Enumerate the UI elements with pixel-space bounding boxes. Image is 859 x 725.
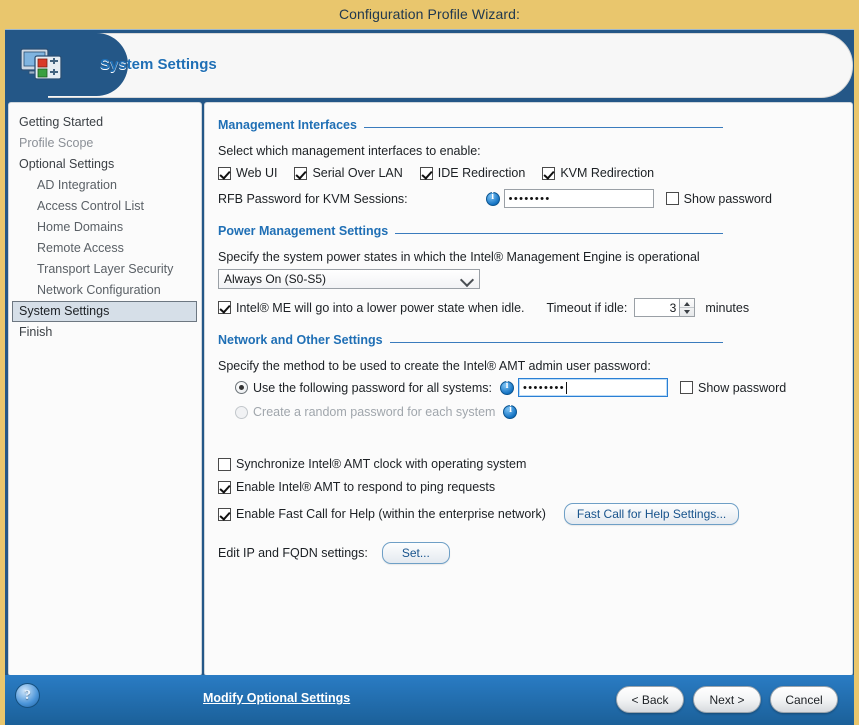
section-management-interfaces-legend: Management Interfaces xyxy=(218,118,723,136)
header-strip: System Settings xyxy=(5,30,854,99)
checkbox-admin-show-password[interactable] xyxy=(679,381,693,394)
random-password-info-icon[interactable] xyxy=(503,404,518,419)
checkbox-serial-over-lan-label: Serial Over LAN xyxy=(312,166,403,180)
radio-random-password-row: Create a random password for each system xyxy=(235,404,852,419)
window-title: Configuration Profile Wizard: xyxy=(338,6,521,22)
section-power-management-legend: Power Management Settings xyxy=(218,224,723,242)
checkbox-web-ui-label: Web UI xyxy=(236,166,278,180)
configuration-profile-wizard-window: Configuration Profile Wizard: System Set… xyxy=(0,0,859,725)
power-management-description: Specify the system power states in which… xyxy=(218,250,700,264)
sidebar-item-ad-integration[interactable]: AD Integration xyxy=(9,175,201,196)
rfb-password-input[interactable]: •••••••• xyxy=(503,189,654,208)
back-button[interactable]: < Back xyxy=(616,686,684,713)
idle-power-row: Intel® ME will go into a lower power sta… xyxy=(218,298,852,317)
timeout-if-idle-input[interactable]: 3 xyxy=(634,298,681,317)
sidebar-item-transport-layer-security[interactable]: Transport Layer Security xyxy=(9,259,201,280)
next-button[interactable]: Next > xyxy=(693,686,761,713)
rfb-password-row: RFB Password for KVM Sessions: •••••••• … xyxy=(218,189,852,208)
management-interfaces-checkbox-row: Web UI Serial Over LAN IDE Redirection K… xyxy=(218,166,852,180)
radio-random-password[interactable] xyxy=(235,405,248,419)
sidebar-item-remote-access[interactable]: Remote Access xyxy=(9,238,201,259)
checkbox-rfb-show-password-label: Show password xyxy=(683,191,772,206)
edit-ip-fqdn-label: Edit IP and FQDN settings: xyxy=(218,546,368,560)
checkbox-respond-to-ping-label: Enable Intel® AMT to respond to ping req… xyxy=(236,480,496,494)
checkbox-rfb-show-password[interactable] xyxy=(665,192,679,205)
sidebar-item-finish[interactable]: Finish xyxy=(9,322,201,343)
sync-clock-row: Synchronize Intel® AMT clock with operat… xyxy=(218,457,852,471)
rfb-password-info-icon[interactable] xyxy=(485,191,500,206)
system-settings-monitor-icon xyxy=(20,47,66,83)
admin-password-info-icon[interactable] xyxy=(499,380,514,395)
modify-optional-settings-link[interactable]: Modify Optional Settings xyxy=(203,691,350,705)
help-question-icon[interactable]: ? xyxy=(15,683,40,708)
sidebar-nav-list: Getting Started Profile Scope Optional S… xyxy=(9,103,201,343)
text-caret xyxy=(566,381,567,394)
legend-label: Power Management Settings xyxy=(218,224,396,238)
radio-random-password-label: Create a random password for each system xyxy=(253,405,496,419)
section-network-other-legend: Network and Other Settings xyxy=(218,333,723,351)
timeout-if-idle-label: Timeout if idle: xyxy=(546,300,628,315)
checkbox-web-ui[interactable] xyxy=(218,166,231,180)
set-button[interactable]: Set... xyxy=(381,542,450,564)
sidebar-item-access-control-list[interactable]: Access Control List xyxy=(9,196,201,217)
management-interfaces-description: Select which management interfaces to en… xyxy=(218,144,481,158)
power-state-select-row: Always On (S0-S5) xyxy=(218,269,852,289)
sidebar-item-network-configuration[interactable]: Network Configuration xyxy=(9,280,201,301)
settings-content-panel: Management Interfaces Select which manag… xyxy=(204,102,853,676)
wizard-sidebar: Getting Started Profile Scope Optional S… xyxy=(8,102,202,676)
fast-call-for-help-settings-button[interactable]: Fast Call for Help Settings... xyxy=(563,503,740,525)
checkbox-enable-fast-call-for-help-label: Enable Fast Call for Help (within the en… xyxy=(236,507,546,521)
network-other-description: Specify the method to be used to create … xyxy=(218,359,651,373)
checkbox-ide-redirection-label: IDE Redirection xyxy=(437,166,526,180)
sidebar-item-system-settings[interactable]: System Settings xyxy=(12,301,197,322)
checkbox-lower-power-when-idle-label: Intel® ME will go into a lower power sta… xyxy=(236,300,525,315)
checkbox-lower-power-when-idle[interactable] xyxy=(218,301,231,314)
wizard-footer: ? Modify Optional Settings < Back Next >… xyxy=(5,675,854,725)
radio-use-following-password-row: Use the following password for all syste… xyxy=(235,378,852,397)
checkbox-admin-show-password-label: Show password xyxy=(697,380,787,395)
cancel-button[interactable]: Cancel xyxy=(770,686,838,713)
fast-call-row: Enable Fast Call for Help (within the en… xyxy=(218,503,852,525)
admin-password-value: •••••••• xyxy=(522,381,565,394)
sidebar-item-home-domains[interactable]: Home Domains xyxy=(9,217,201,238)
ping-requests-row: Enable Intel® AMT to respond to ping req… xyxy=(218,480,852,494)
checkbox-sync-amt-clock-label: Synchronize Intel® AMT clock with operat… xyxy=(236,457,527,471)
timeout-units-label: minutes xyxy=(705,300,750,315)
timeout-if-idle-stepper[interactable] xyxy=(680,298,696,317)
checkbox-respond-to-ping[interactable] xyxy=(218,480,231,494)
power-state-select-value: Always On (S0-S5) xyxy=(224,272,327,286)
sidebar-item-profile-scope[interactable]: Profile Scope xyxy=(9,133,201,154)
checkbox-serial-over-lan[interactable] xyxy=(294,166,308,180)
radio-use-following-password[interactable] xyxy=(235,381,248,394)
admin-password-input[interactable]: •••••••• xyxy=(517,378,668,397)
checkbox-kvm-redirection[interactable] xyxy=(542,166,556,180)
checkbox-kvm-redirection-label: KVM Redirection xyxy=(560,166,655,180)
chevron-down-icon xyxy=(459,272,475,288)
title-bar: Configuration Profile Wizard: xyxy=(0,0,859,28)
rfb-password-label: RFB Password for KVM Sessions: xyxy=(218,191,408,206)
sidebar-item-getting-started[interactable]: Getting Started xyxy=(9,112,201,133)
wizard-frame: System Settings Getting Started Profile … xyxy=(5,29,854,725)
sidebar-item-optional-settings[interactable]: Optional Settings xyxy=(9,154,201,175)
checkbox-ide-redirection[interactable] xyxy=(419,166,433,180)
power-state-select[interactable]: Always On (S0-S5) xyxy=(218,269,480,289)
checkbox-sync-amt-clock[interactable] xyxy=(218,457,231,471)
checkbox-enable-fast-call-for-help[interactable] xyxy=(218,507,231,521)
legend-label: Network and Other Settings xyxy=(218,333,390,347)
radio-use-following-password-label: Use the following password for all syste… xyxy=(253,380,492,395)
edit-ip-fqdn-row: Edit IP and FQDN settings: Set... xyxy=(218,542,852,564)
page-title: System Settings xyxy=(100,56,217,73)
legend-label: Management Interfaces xyxy=(218,118,364,132)
wizard-nav-buttons: < Back Next > Cancel xyxy=(616,686,838,713)
